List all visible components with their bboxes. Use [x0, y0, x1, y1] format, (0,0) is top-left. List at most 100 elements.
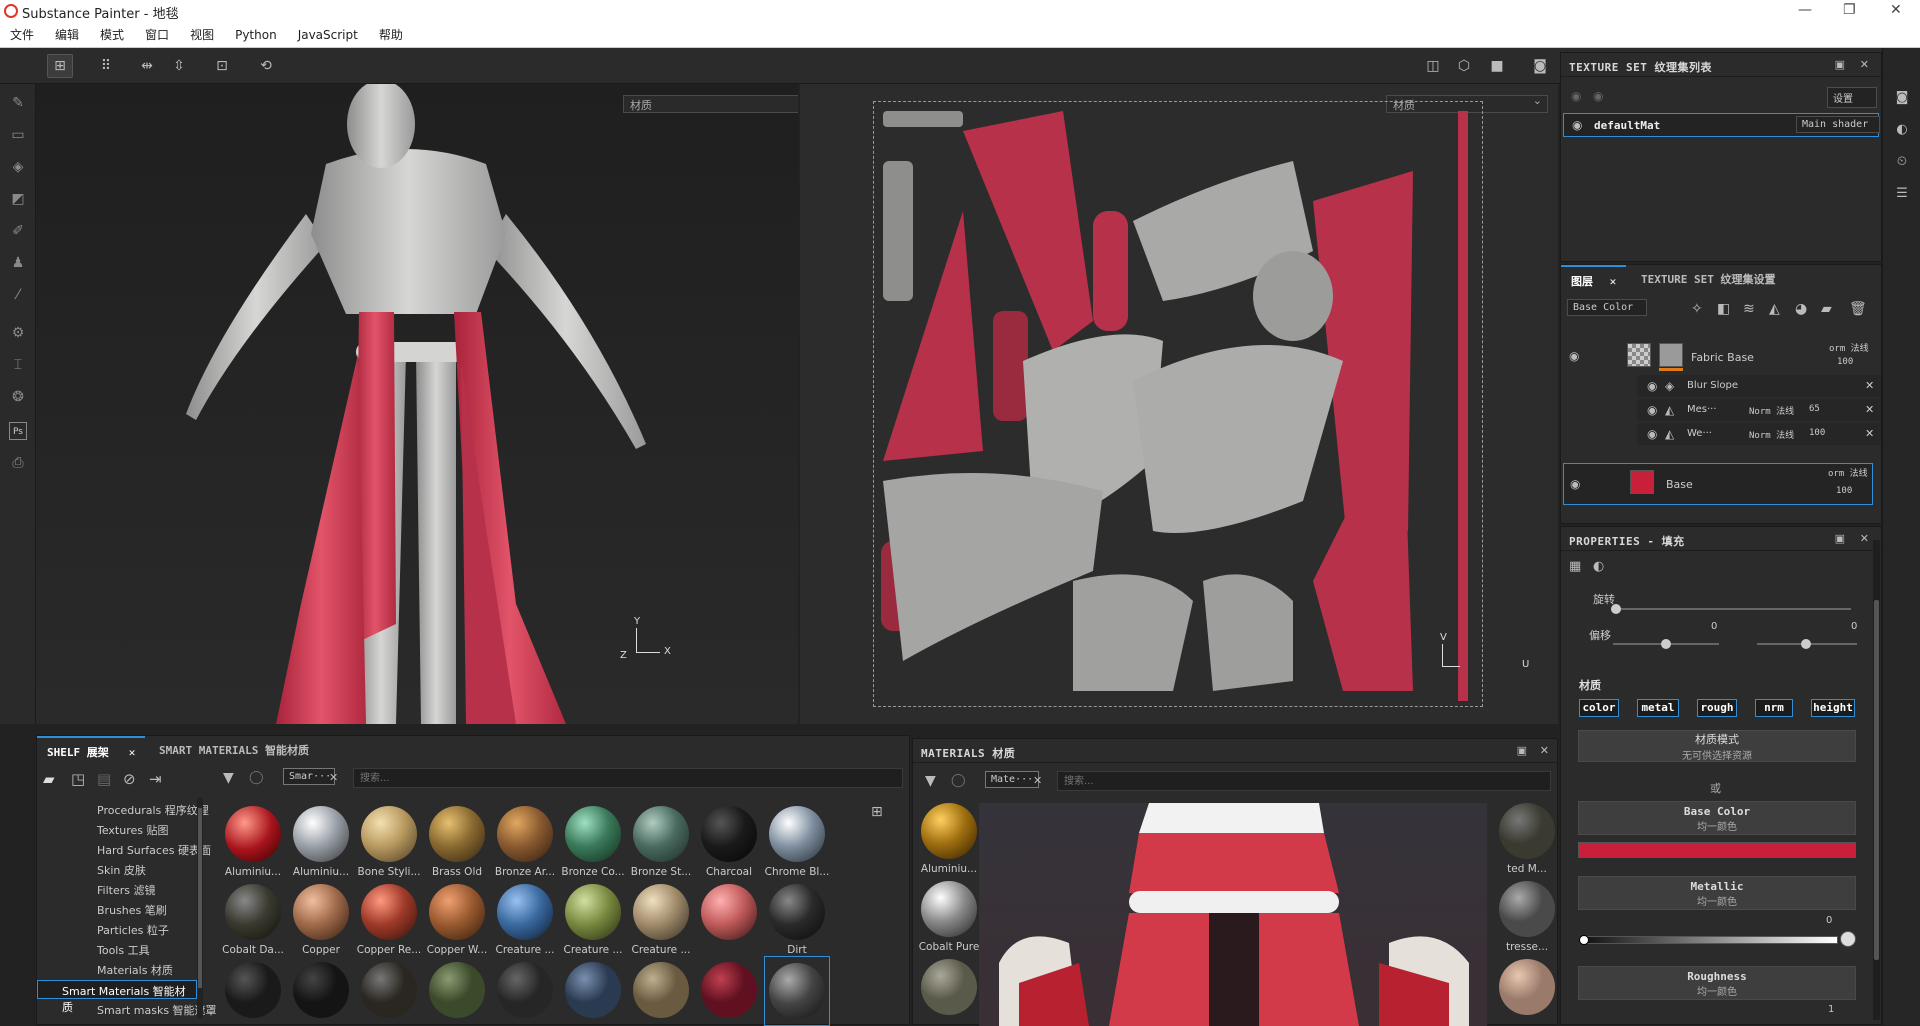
texture-set-row[interactable]: ◉ defaultMat Main shader: [1563, 113, 1880, 137]
smart-material-thumb[interactable]: [361, 884, 417, 940]
effect-blend[interactable]: Norm 法线: [1749, 404, 1794, 417]
channel-nrm-button[interactable]: nrm: [1755, 699, 1793, 717]
fill-properties-icon[interactable]: ▦: [1569, 559, 1581, 574]
shader-dropdown[interactable]: Main shader: [1796, 116, 1880, 133]
restore-icon[interactable]: ❐: [1843, 2, 1856, 18]
close-icon[interactable]: ✕: [1890, 2, 1902, 18]
tab-smart-materials[interactable]: SMART MATERIALS 智能材质: [149, 736, 319, 760]
effect-blend[interactable]: Norm 法线: [1749, 428, 1794, 441]
clone-icon[interactable]: ♟: [9, 254, 27, 272]
smart-material-thumb[interactable]: [429, 962, 485, 1018]
display-settings-icon[interactable]: ◐: [1894, 122, 1910, 138]
new-item-icon[interactable]: ◳: [71, 770, 85, 788]
smudge-icon[interactable]: ✐: [9, 222, 27, 240]
smart-material-thumb[interactable]: [225, 962, 281, 1018]
material-properties-icon[interactable]: ◐: [1593, 559, 1604, 574]
effect-row-blur-slope[interactable]: ◉ ◈ Blur Slope ✕: [1637, 375, 1881, 397]
smart-material-thumb[interactable]: [633, 806, 689, 862]
smart-material-thumb[interactable]: [225, 884, 281, 940]
float-panel-icon[interactable]: ▣: [1835, 532, 1845, 545]
offset-y-slider[interactable]: [1757, 639, 1857, 649]
layer-opacity[interactable]: 100: [1836, 486, 1852, 496]
shelf-category-brushes[interactable]: Brushes 笔刷: [97, 902, 167, 918]
layer-row-fabric-base[interactable]: ◉ Fabric Base orm 法线 100: [1561, 339, 1881, 373]
remove-effect-icon[interactable]: ✕: [1865, 379, 1874, 392]
import-icon[interactable]: ⇥: [149, 770, 162, 788]
effect-row-we[interactable]: ◉ ◭ We··· Norm 法线 100 ✕: [1637, 423, 1881, 445]
add-view-icon[interactable]: ⊡: [209, 54, 235, 78]
material-thumb[interactable]: [1499, 803, 1555, 859]
eye-icon[interactable]: ◉: [1571, 89, 1581, 103]
shelf-search-input[interactable]: [353, 768, 903, 788]
menu-javascript[interactable]: JavaScript: [298, 28, 368, 42]
menu-edit[interactable]: 编辑: [55, 26, 89, 43]
effect-row-mes[interactable]: ◉ ◭ Mes··· Norm 法线 65 ✕: [1637, 399, 1881, 421]
material-mode-button[interactable]: 材质模式 无可供选择资源: [1578, 730, 1856, 762]
material-thumb[interactable]: [1499, 881, 1555, 937]
smart-material-thumb[interactable]: [633, 962, 689, 1018]
remove-filter-icon[interactable]: ✕: [1033, 774, 1042, 787]
tab-texture-set-settings[interactable]: TEXTURE SET 纹理集设置: [1631, 265, 1785, 289]
metallic-slider-knob[interactable]: [1579, 935, 1589, 945]
layer-opacity[interactable]: 100: [1837, 357, 1853, 367]
filter-icon[interactable]: ▼: [925, 773, 936, 789]
base-color-button[interactable]: Base Color 均一颜色: [1578, 801, 1856, 835]
material-thumb[interactable]: [1499, 959, 1555, 1015]
float-panel-icon[interactable]: ▣: [1517, 744, 1527, 757]
export-icon[interactable]: ⎙: [9, 454, 27, 472]
smart-material-thumb[interactable]: [361, 962, 417, 1018]
remove-effect-icon[interactable]: ✕: [1865, 427, 1874, 440]
eye-icon[interactable]: ◉: [1647, 403, 1657, 417]
refresh-icon[interactable]: ◯: [249, 770, 264, 785]
bake-icon[interactable]: ⚙: [9, 324, 27, 342]
settings-small-icon[interactable]: ❂: [9, 388, 27, 406]
save-icon[interactable]: ▤: [97, 770, 111, 788]
roughness-button[interactable]: Roughness 均一颜色: [1578, 966, 1856, 1000]
eye-icon[interactable]: ◉: [1569, 349, 1579, 363]
history-icon[interactable]: ⟲: [253, 54, 279, 78]
symmetry-y-icon[interactable]: ⇳: [166, 54, 192, 78]
metallic-button[interactable]: Metallic 均一颜色: [1578, 876, 1856, 910]
refresh-icon[interactable]: ◯: [951, 773, 966, 788]
channel-height-button[interactable]: height: [1811, 699, 1855, 717]
smart-material-thumb[interactable]: [361, 806, 417, 862]
eraser-icon[interactable]: ▭: [9, 126, 27, 144]
geometry-fill-icon[interactable]: ◩: [9, 190, 27, 208]
add-folder-icon[interactable]: ▰: [1821, 301, 1832, 317]
camera-icon[interactable]: ■: [1484, 54, 1510, 78]
close-panel-icon[interactable]: ✕: [1540, 744, 1549, 757]
close-panel-icon[interactable]: ✕: [1860, 58, 1869, 71]
minimize-icon[interactable]: —: [1798, 2, 1812, 18]
add-mask-icon[interactable]: ◧: [1717, 301, 1730, 317]
delete-layer-icon[interactable]: 🗑: [1849, 301, 1867, 317]
materials-search-input[interactable]: [1057, 771, 1551, 791]
shelf-category-smart-materials[interactable]: Smart Materials 智能材质: [37, 980, 197, 1014]
menu-python[interactable]: Python: [235, 28, 287, 42]
tab-layers[interactable]: 图层 ✕: [1561, 265, 1627, 289]
eye-icon[interactable]: ◉: [1572, 118, 1582, 132]
smart-material-thumb[interactable]: [565, 806, 621, 862]
picker-icon[interactable]: ⁄: [9, 286, 27, 304]
effect-opacity[interactable]: 100: [1809, 428, 1825, 438]
smart-material-thumb[interactable]: [701, 962, 757, 1018]
remove-effect-icon[interactable]: ✕: [1865, 403, 1874, 416]
smart-material-thumb[interactable]: [293, 962, 349, 1018]
symmetry-x-icon[interactable]: ⇹: [134, 54, 160, 78]
close-panel-icon[interactable]: ✕: [1860, 532, 1869, 545]
hide-icon[interactable]: ⊘: [123, 770, 136, 788]
grid-view-icon[interactable]: ⊞: [871, 804, 883, 820]
shelf-category-tools[interactable]: Tools 工具: [97, 942, 150, 958]
log-icon[interactable]: ☰: [1894, 186, 1910, 202]
smart-material-thumb[interactable]: [633, 884, 689, 940]
material-thumb[interactable]: [921, 881, 977, 937]
channel-dropdown[interactable]: Base Color: [1567, 299, 1647, 316]
shelf-category-hard-surfaces[interactable]: Hard Surfaces 硬表面: [97, 842, 211, 858]
shelf-category-skin[interactable]: Skin 皮肤: [97, 862, 146, 878]
smart-material-thumb[interactable]: [769, 806, 825, 862]
channel-metal-button[interactable]: metal: [1637, 699, 1679, 717]
shelf-category-procedurals[interactable]: Procedurals 程序纹理: [97, 802, 209, 818]
menu-window[interactable]: 窗口: [145, 26, 179, 43]
add-fill-icon[interactable]: ◭: [1769, 301, 1780, 317]
remove-filter-icon[interactable]: ✕: [329, 771, 338, 784]
camera-settings-icon[interactable]: ◙: [1894, 90, 1910, 106]
